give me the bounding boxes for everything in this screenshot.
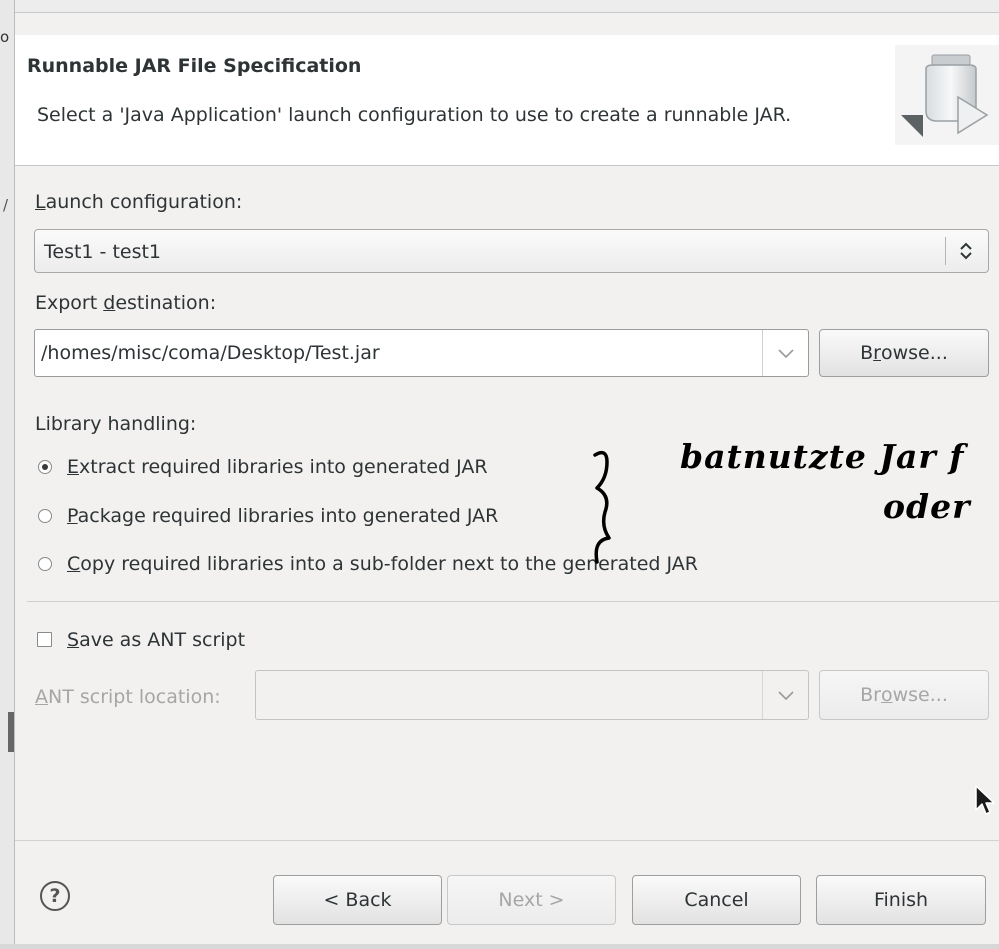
- section-separator: [27, 601, 999, 602]
- button-bar-separator: [15, 840, 999, 841]
- parent-window-text: /: [3, 196, 9, 214]
- radio-extract-libraries[interactable]: [38, 460, 52, 474]
- export-destination-label: Export destination:: [35, 292, 217, 314]
- up-down-arrows-icon: [960, 242, 972, 260]
- save-ant-script-checkbox[interactable]: [37, 632, 52, 647]
- radio-extract-libraries-label[interactable]: Extract required libraries into generate…: [67, 456, 488, 478]
- back-button[interactable]: < Back: [273, 875, 442, 925]
- export-destination-value: /homes/misc/coma/Desktop/Test.jar: [41, 342, 380, 364]
- library-handling-label: Library handling:: [35, 413, 197, 435]
- export-destination-field[interactable]: /homes/misc/coma/Desktop/Test.jar: [34, 329, 809, 377]
- ant-script-location-dropdown[interactable]: [762, 671, 808, 719]
- launch-configuration-combo[interactable]: Test1 - test1: [34, 229, 989, 273]
- ant-script-location-field[interactable]: [255, 670, 809, 720]
- help-icon[interactable]: ?: [40, 881, 70, 911]
- handwritten-brace: [593, 450, 611, 564]
- next-button[interactable]: Next >: [447, 875, 616, 925]
- radio-package-libraries-label[interactable]: Package required libraries into generate…: [67, 505, 498, 527]
- page-description: Select a 'Java Application' launch confi…: [37, 104, 792, 126]
- finish-button[interactable]: Finish: [816, 875, 986, 925]
- combo-separator: [945, 237, 946, 265]
- jar-export-wizard-icon: [895, 45, 999, 145]
- ant-script-location-label: ANT script location:: [35, 686, 221, 708]
- cancel-button[interactable]: Cancel: [632, 875, 801, 925]
- parent-window-edge: [0, 0, 15, 949]
- radio-copy-libraries[interactable]: [38, 557, 52, 571]
- page-title: Runnable JAR File Specification: [27, 55, 362, 77]
- radio-package-libraries[interactable]: [38, 509, 52, 523]
- chevron-down-icon: [778, 691, 794, 701]
- window-bottom-edge: [0, 944, 999, 949]
- parent-window-text: o: [0, 28, 10, 46]
- handwritten-annotation-line1: batnutzte Jar f: [680, 437, 965, 476]
- launch-configuration-label: Launch configuration:: [35, 191, 243, 213]
- save-ant-script-label[interactable]: Save as ANT script: [67, 629, 245, 651]
- parent-window-scroll-thumb: [8, 712, 14, 752]
- export-browse-button[interactable]: Br owse...: [819, 329, 989, 377]
- mouse-pointer-icon: [975, 785, 995, 815]
- handwritten-annotation-line2: oder: [883, 487, 971, 526]
- launch-configuration-value: Test1 - test1: [44, 241, 162, 263]
- export-destination-dropdown[interactable]: [762, 330, 808, 376]
- ant-browse-button[interactable]: Br o wse...: [819, 670, 989, 720]
- chevron-down-icon: [778, 349, 794, 359]
- window-top-edge: [0, 0, 999, 13]
